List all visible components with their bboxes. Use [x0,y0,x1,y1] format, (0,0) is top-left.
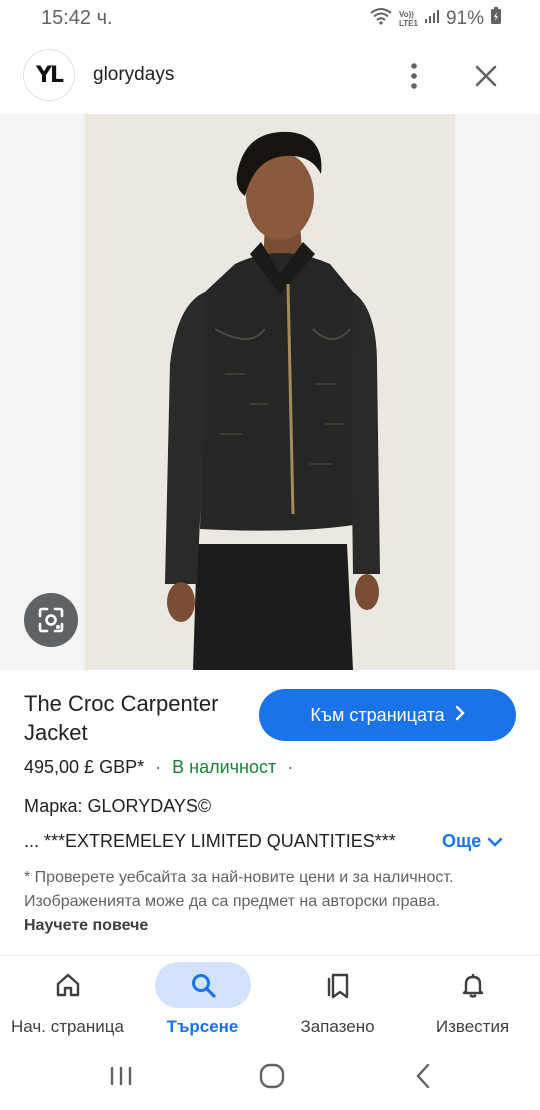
chevron-down-icon [487,831,503,852]
product-photo[interactable] [85,114,455,670]
system-nav-bar [0,1044,540,1110]
more-button[interactable]: Още [442,831,503,852]
nav-label: Известия [435,1017,510,1036]
search-icon [154,962,251,1008]
home-icon [20,962,116,1008]
network-type: Vo)) LTE1 [399,9,418,28]
status-icons: Vo)) LTE1 91% [369,7,502,30]
battery-percent: 91% [445,7,484,29]
status-bar: 15:42 ч. Vo)) LTE1 91% [0,0,540,38]
back-icon[interactable] [403,1060,443,1092]
status-time: 15:42 ч. [41,7,113,29]
description-row: ... ***EXTREMELEY LIMITED QUANTITIES*** … [24,831,519,857]
site-logo[interactable]: YL [24,50,74,100]
more-vert-icon[interactable] [402,60,426,92]
nav-label: Нач. страница [11,1017,124,1036]
bookmarks-icon [290,962,386,1008]
nav-home[interactable]: Нач. страница [0,956,135,1042]
more-label: Още [442,831,482,851]
learn-more-link[interactable]: Научете повече [24,917,148,934]
nav-saved[interactable]: Запазено [270,956,405,1042]
signal-icon [424,8,440,29]
nav-label: Запазено [300,1017,375,1036]
site-name[interactable]: glorydays [93,64,174,86]
price-row: 495,00 £ GBP* · В наличност · [24,757,299,778]
chevron-right-icon [455,705,465,726]
nav-search[interactable]: Търсене [135,956,270,1042]
product-title: The Croc Carpenter Jacket [24,691,219,745]
price: 495,00 £ GBP* [24,757,145,777]
home-circle-icon[interactable] [252,1060,292,1092]
bell-icon [425,962,521,1008]
product-image-area [0,114,540,670]
result-header: YL glorydays [0,40,540,112]
close-icon[interactable] [470,60,502,92]
lens-search-icon[interactable] [24,593,78,647]
disclaimer: * Проверете уебсайта за най-новите цени … [24,866,494,938]
recents-icon[interactable] [101,1060,141,1092]
disclaimer-text: * Проверете уебсайта за най-новите цени … [24,869,454,910]
visit-page-label: Към страницата [310,704,445,725]
nav-label: Търсене [166,1017,239,1036]
availability: В наличност [172,757,277,777]
visit-page-button[interactable]: Към страницата [259,689,516,741]
nav-notifications[interactable]: Известия [405,956,540,1042]
separator-dot: · [287,757,294,777]
bottom-nav: Нач. страница Търсене Запазено Известия [0,955,540,1042]
battery-icon [490,7,502,30]
wifi-icon [369,7,393,30]
separator-dot: · [155,757,162,777]
brand: Марка: GLORYDAYS© [24,796,212,816]
description: ... ***EXTREMELEY LIMITED QUANTITIES*** [24,831,396,851]
